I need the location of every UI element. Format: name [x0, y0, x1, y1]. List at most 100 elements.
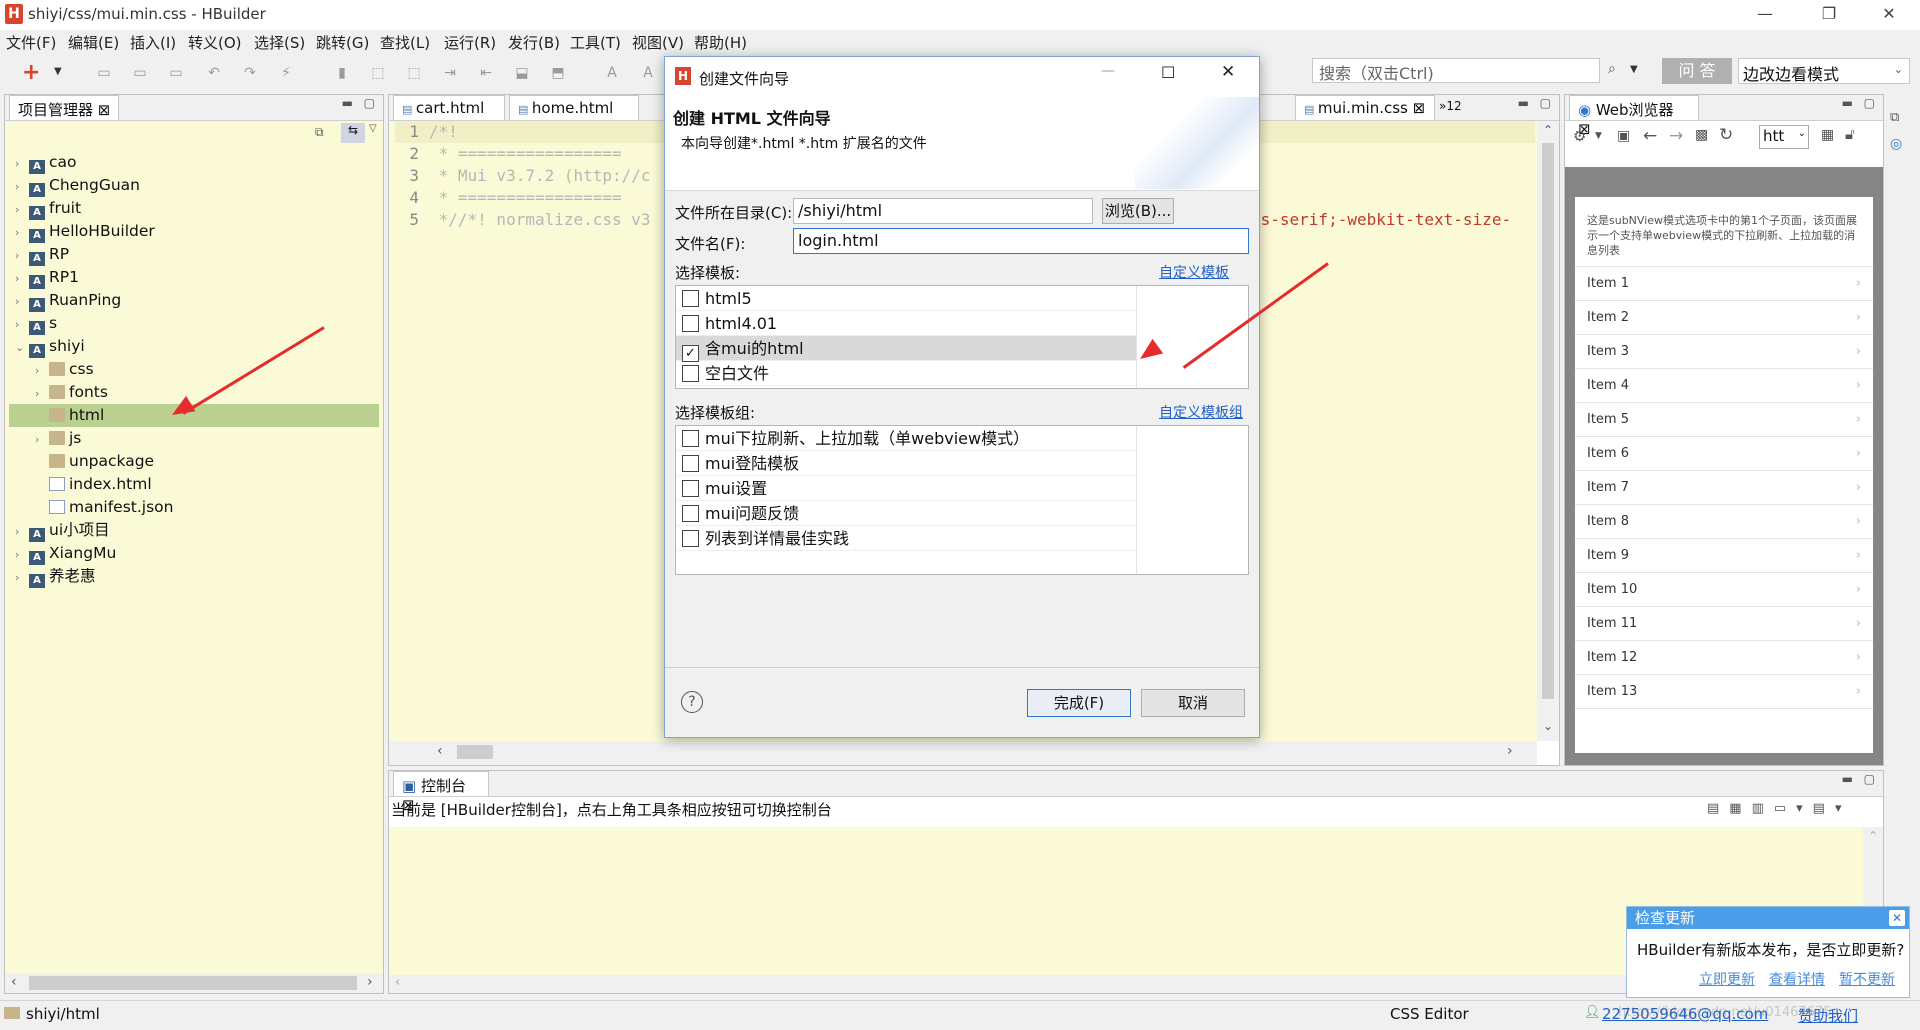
filename-field[interactable]: login.html [793, 228, 1249, 254]
expand-icon[interactable]: ⬓ [514, 65, 530, 81]
menu-item[interactable]: 运行(R) [444, 32, 496, 53]
search-dropdown-icon[interactable]: ▼ [1630, 64, 1638, 75]
restore-button[interactable]: ❐ [1806, 0, 1852, 30]
menu-item[interactable]: 查找(L) [380, 32, 430, 53]
qr-icon[interactable]: ▦ [1821, 127, 1834, 143]
search-icon[interactable]: ⌕ [1608, 61, 1616, 77]
template-item[interactable]: html4.01 [676, 311, 1136, 336]
tree-item[interactable]: › js [9, 427, 379, 450]
outdent-icon[interactable]: ⇤ [478, 65, 494, 81]
chevron-icon[interactable]: › [35, 382, 49, 405]
chevron-icon[interactable]: › [15, 152, 29, 175]
save-icon[interactable]: ▭ [96, 65, 112, 81]
minimize-panel-icon[interactable]: ▬ [1518, 96, 1529, 110]
chevron-icon[interactable]: › [35, 428, 49, 451]
dialog-minimize-icon[interactable]: — [1101, 63, 1115, 79]
menu-item[interactable]: 跳转(G) [316, 32, 369, 53]
tree-item[interactable]: › Acao [9, 151, 379, 174]
url-input[interactable]: htt ⌄ [1759, 125, 1809, 149]
tree-item[interactable]: ⌄ Ashiyi [9, 335, 379, 358]
scroll-up-icon[interactable]: ⌃ [1543, 123, 1553, 137]
chevron-icon[interactable]: › [15, 244, 29, 267]
maximize-panel-icon[interactable]: ▢ [1864, 772, 1875, 786]
custom-template-link[interactable]: 自定义模板 [1159, 262, 1229, 282]
chevron-icon[interactable]: › [15, 566, 29, 589]
console-toolbar-icons[interactable]: ▤▦▥▭▾▤▾ [1707, 801, 1851, 816]
dir-field[interactable]: /shiyi/html [793, 198, 1093, 224]
template-group-list[interactable]: mui下拉刷新、上拉加载（单webview模式） mui登陆模板 mui设置 mui问… [675, 425, 1249, 575]
minimize-panel-icon[interactable]: ▬ [1842, 96, 1853, 110]
chevron-icon[interactable]: ⌄ [15, 336, 29, 359]
menu-item[interactable]: 帮助(H) [694, 32, 747, 53]
menu-item[interactable]: 工具(T) [570, 32, 621, 53]
format-icon[interactable]: ⚡ [278, 65, 294, 81]
checkbox[interactable] [682, 430, 699, 447]
browser-view-icon[interactable]: ◎ [1890, 136, 1902, 152]
minimize-panel-icon[interactable]: ▬ [1842, 772, 1853, 786]
checkbox[interactable] [682, 290, 699, 307]
list-item[interactable]: Item 7 › [1575, 471, 1873, 505]
save-all-icon[interactable]: ▭ [132, 65, 148, 81]
tree-item[interactable]: index.html [9, 473, 379, 496]
template-list[interactable]: html5 html4.01 ✓ 含mui的html 空白文件 [675, 285, 1249, 389]
tree-item[interactable]: › As [9, 312, 379, 335]
template-item[interactable]: 空白文件 [676, 361, 1136, 386]
chevron-icon[interactable]: › [15, 520, 29, 543]
ask-button[interactable]: 问 答 [1662, 58, 1732, 84]
list-item[interactable]: Item 6 › [1575, 437, 1873, 471]
list-item[interactable]: Item 5 › [1575, 403, 1873, 437]
back-icon[interactable]: ← [1643, 126, 1657, 146]
menu-item[interactable]: 选择(S) [254, 32, 305, 53]
tab-web-browser[interactable]: ◉ Web浏览器 ⊠ [1569, 95, 1699, 138]
checkbox[interactable] [682, 315, 699, 332]
scroll-left-icon[interactable]: ‹ [11, 974, 17, 990]
tree-item[interactable]: › A RP [9, 243, 379, 266]
scroll-right-icon[interactable]: › [367, 974, 373, 990]
search-input[interactable]: 搜索（双击Ctrl) [1312, 58, 1600, 83]
chevron-icon[interactable]: › [15, 543, 29, 566]
template-group-item[interactable]: mui登陆模板 [676, 451, 1136, 476]
console-icon[interactable]: ▣ [1617, 128, 1630, 144]
help-icon[interactable]: ? [681, 691, 703, 713]
finish-button[interactable]: 完成(F) [1027, 689, 1131, 717]
editor-hscroll[interactable]: ‹ › [389, 741, 1537, 765]
tree-item[interactable]: unpackage [9, 450, 379, 473]
bookmark-icon[interactable]: ▮ [334, 65, 350, 81]
collapse-all-icon[interactable]: ⧉ [315, 125, 324, 140]
tree-item[interactable]: › Afruit [9, 197, 379, 220]
scroll-left-icon[interactable]: ‹ [437, 743, 443, 759]
chevron-icon[interactable]: › [15, 198, 29, 221]
popup-close-icon[interactable]: ✕ [1889, 910, 1905, 926]
restore-view-icon[interactable]: ⧉ [1890, 110, 1899, 125]
menu-item[interactable]: 视图(V) [632, 32, 684, 53]
tree-item[interactable]: › A RP1 [9, 266, 379, 289]
list-item[interactable]: Item 9 › [1575, 539, 1873, 573]
checkbox[interactable] [682, 480, 699, 497]
export-icon[interactable]: ⬚ [406, 65, 422, 81]
editor-hscroll-thumb[interactable] [457, 745, 493, 759]
checkbox[interactable] [682, 505, 699, 522]
list-item[interactable]: Item 1 › [1575, 267, 1873, 301]
dialog-maximize-icon[interactable]: ☐ [1161, 63, 1175, 82]
lock-icon[interactable]: 🔓︎ [1845, 125, 1855, 143]
redo-icon[interactable]: ↷ [242, 65, 258, 81]
list-item[interactable]: Item 8 › [1575, 505, 1873, 539]
menu-item[interactable]: 编辑(E) [68, 32, 119, 53]
new-file-icon[interactable]: + [22, 60, 40, 85]
chevron-icon[interactable]: › [15, 267, 29, 290]
list-item[interactable]: Item 12 › [1575, 641, 1873, 675]
list-item[interactable]: Item 11 › [1575, 607, 1873, 641]
open-browser-icon[interactable]: ⬚ [370, 65, 386, 81]
font-bigger-icon[interactable]: A [604, 65, 620, 81]
template-item[interactable]: html5 [676, 286, 1136, 311]
chevron-icon[interactable]: › [15, 290, 29, 313]
list-item[interactable]: Item 4 › [1575, 369, 1873, 403]
new-dropdown-icon[interactable]: ▼ [54, 66, 62, 77]
tab-home-html[interactable]: ▤ home.html [509, 95, 639, 120]
editor-vscroll-thumb[interactable] [1542, 143, 1554, 699]
dialog-close-icon[interactable]: ✕ [1221, 62, 1235, 82]
menu-item[interactable]: 文件(F) [6, 32, 56, 53]
checkbox[interactable] [682, 365, 699, 382]
tab-mui-min-css[interactable]: ▤ mui.min.css ⊠ [1295, 95, 1435, 120]
template-group-item[interactable]: mui设置 [676, 476, 1136, 501]
